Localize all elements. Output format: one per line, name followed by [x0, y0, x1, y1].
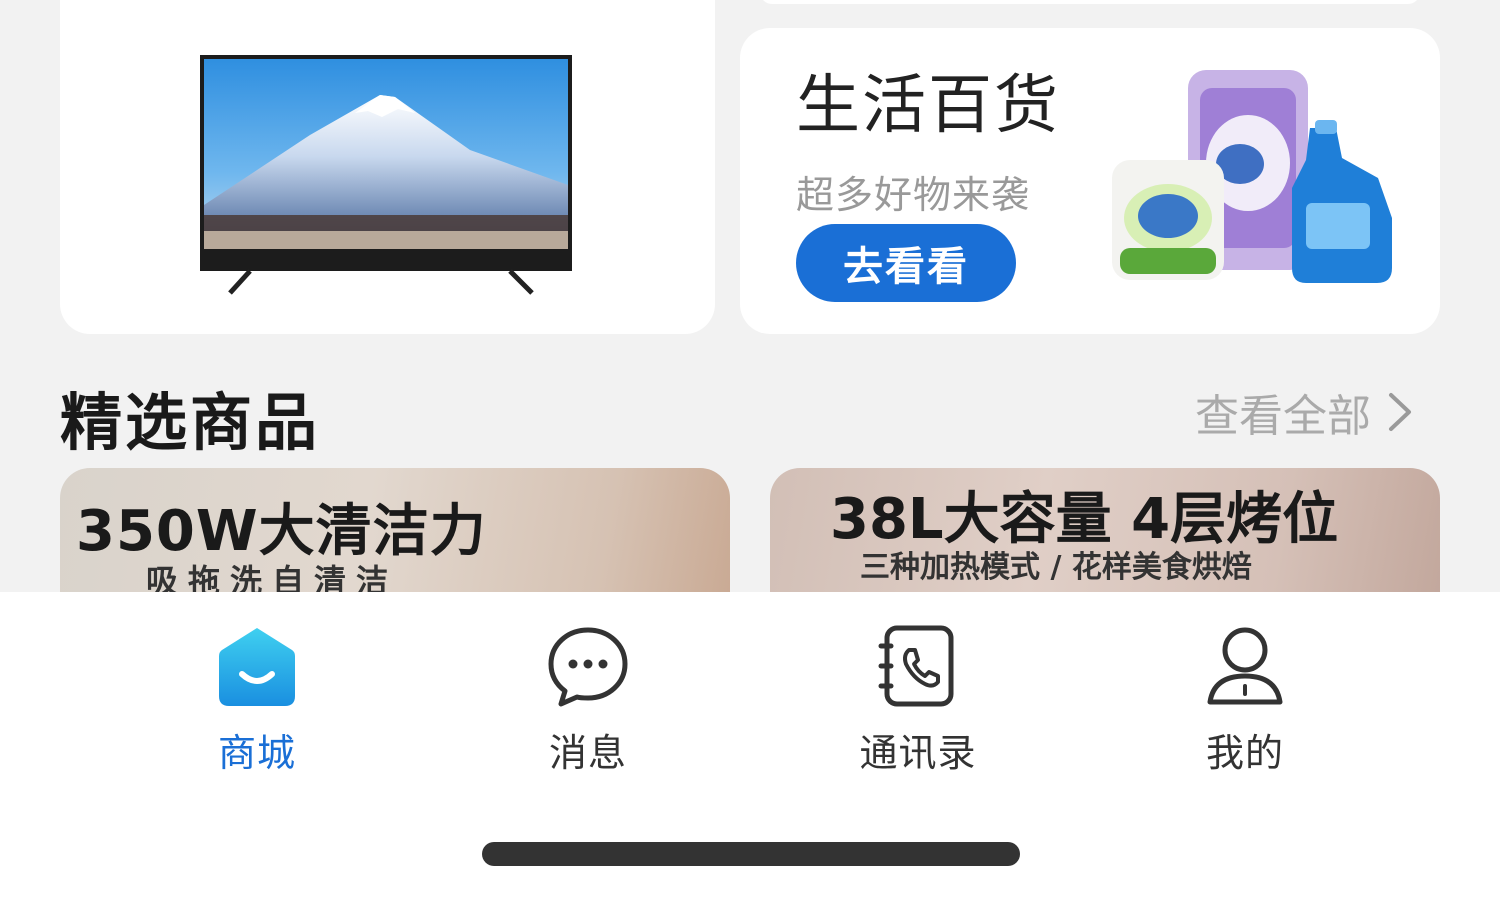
card-title: 生活百货: [796, 69, 1060, 143]
contacts-icon: [878, 625, 954, 707]
view-all-label: 查看全部: [1195, 391, 1371, 442]
product-headline: 350W大清洁力: [76, 499, 487, 564]
card-subtitle: 超多好物来袭: [796, 173, 1031, 217]
home-indicator[interactable]: [482, 842, 1020, 866]
tab-shop[interactable]: 商城: [157, 622, 357, 777]
product-subtitle: 三种加热模式 / 花样美食烘焙: [860, 550, 1252, 585]
tab-label: 我的: [1205, 731, 1284, 775]
section-title: 精选商品: [60, 386, 321, 459]
go-see-button[interactable]: 去看看: [796, 224, 1016, 302]
tab-label: 通讯录: [859, 731, 977, 775]
tab-contacts[interactable]: 通讯录: [818, 622, 1018, 777]
tab-profile[interactable]: 我的: [1145, 622, 1345, 777]
daily-goods-card[interactable]: 生活百货 超多好物来袭 去看看: [740, 28, 1440, 334]
tv-promo-card[interactable]: [60, 0, 715, 334]
top-right-card-partial: [760, 0, 1420, 4]
profile-icon: [1207, 627, 1283, 705]
tab-label: 商城: [217, 731, 296, 775]
daily-goods-image: [1112, 70, 1392, 283]
message-icon: [548, 627, 628, 707]
shop-icon: [219, 628, 295, 706]
bottom-tab-bar: 商城 消息 通讯录 我的: [0, 592, 1500, 922]
tab-label: 消息: [548, 731, 627, 775]
tv-product-image: [200, 55, 572, 295]
chevron-right-icon: [1389, 393, 1411, 431]
view-all-link[interactable]: 查看全部: [1195, 380, 1415, 444]
tab-messages[interactable]: 消息: [488, 622, 688, 777]
